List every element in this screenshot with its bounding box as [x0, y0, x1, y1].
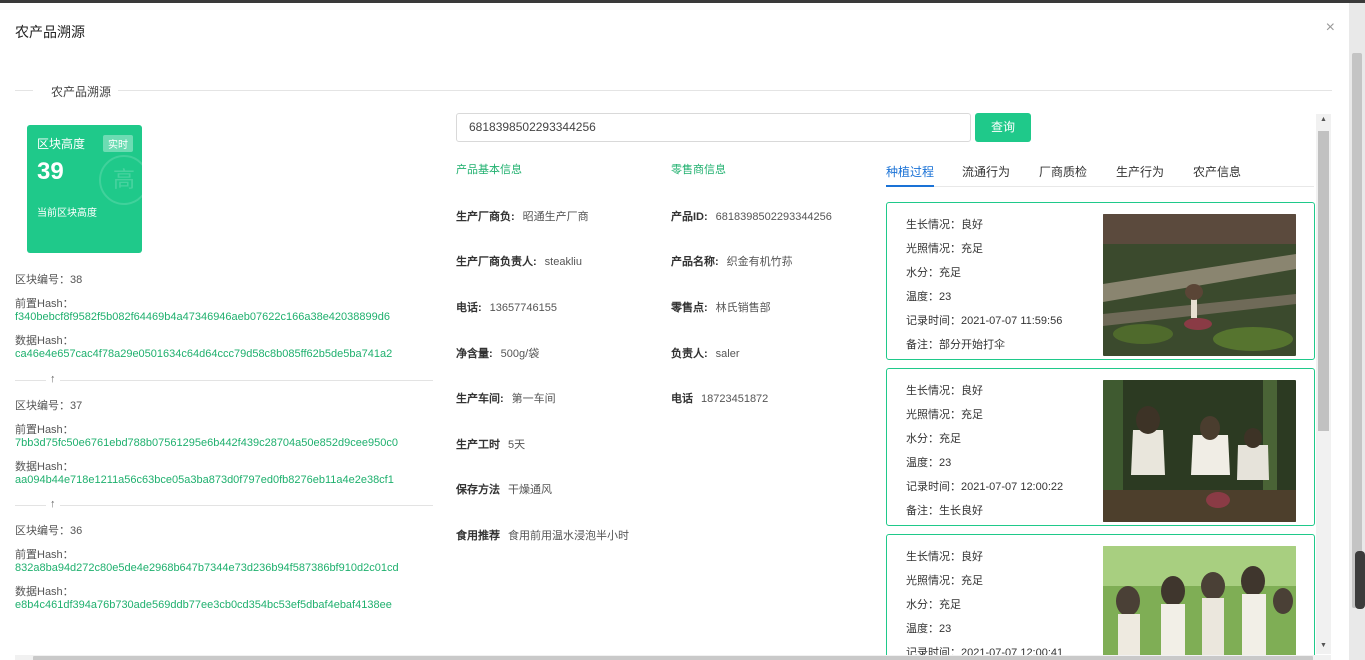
- product-field-phone: 电话: 13657746155: [456, 302, 557, 314]
- retailer-field-manager: 负责人: saler: [671, 348, 740, 360]
- record-water: 水分：充足: [906, 599, 961, 611]
- record-photo: [1103, 380, 1296, 522]
- tab-planting[interactable]: 种植过程: [886, 163, 935, 187]
- record-water: 水分：充足: [906, 267, 961, 279]
- tab-production[interactable]: 生产行为: [1116, 163, 1164, 187]
- block-number: 区块编号：37: [15, 400, 83, 412]
- product-field-storage: 保存方法 干燥通风: [456, 484, 552, 496]
- planting-record-card: 生长情况：良好 光照情况：充足 水分：充足 温度：23 记录时间：2021-07…: [886, 534, 1315, 659]
- product-info-title: 产品基本信息: [456, 164, 522, 176]
- record-growth: 生长情况：良好: [906, 219, 983, 231]
- record-time: 记录时间：2021-07-07 11:59:56: [906, 315, 1063, 327]
- product-field-manager: 生产厂商负责人: steakliu: [456, 256, 582, 268]
- trace-code-input[interactable]: 6818398502293344256: [456, 113, 971, 142]
- retailer-field-phone: 电话 18723451872: [671, 393, 769, 405]
- data-hash-label: 数据Hash：: [15, 461, 74, 473]
- chain-link: ↑: [15, 373, 433, 385]
- section-divider-left: [15, 90, 33, 91]
- watermark-icon: 高: [99, 155, 142, 205]
- data-hash-label: 数据Hash：: [15, 586, 74, 598]
- record-growth: 生长情况：良好: [906, 385, 983, 397]
- retailer-field-store: 零售点: 林氏销售部: [671, 302, 771, 314]
- product-field-manufacturer: 生产厂商负: 昭通生产厂商: [456, 211, 589, 223]
- prev-hash-value: 832a8ba94d272c80e5de4e2968b647b7344e73d2…: [15, 562, 399, 574]
- section-divider-right: [118, 90, 1332, 91]
- chain-link: ↑: [15, 498, 433, 510]
- page-scrollbar-thumb[interactable]: [1352, 53, 1362, 608]
- record-photo: [1103, 214, 1296, 356]
- record-light: 光照情况：充足: [906, 575, 983, 587]
- record-light: 光照情况：充足: [906, 243, 983, 255]
- close-icon[interactable]: ×: [1326, 19, 1335, 37]
- horizontal-scrollbar-thumb[interactable]: [33, 656, 1313, 660]
- modal-title: 农产品溯源: [15, 24, 85, 40]
- data-hash-label: 数据Hash：: [15, 335, 74, 347]
- page-scrollbar[interactable]: [1349, 3, 1365, 660]
- product-field-net-weight: 净含量: 500g/袋: [456, 348, 540, 360]
- product-field-hours: 生产工时 5天: [456, 439, 526, 451]
- block-number: 区块编号：38: [15, 274, 83, 286]
- planting-record-card: 生长情况：良好 光照情况：充足 水分：充足 温度：23 记录时间：2021-07…: [886, 368, 1315, 526]
- record-time: 记录时间：2021-07-07 12:00:22: [906, 481, 1064, 493]
- records-scrollbar[interactable]: ▲ ▼: [1316, 114, 1331, 654]
- query-button[interactable]: 查询: [975, 113, 1031, 142]
- horizontal-scrollbar[interactable]: [15, 655, 1331, 660]
- prev-hash-value: 7bb3d75fc50e6761ebd788b07561295e6b442f43…: [15, 437, 398, 449]
- record-light: 光照情况：充足: [906, 409, 983, 421]
- record-growth: 生长情况：良好: [906, 551, 983, 563]
- prev-hash-label: 前置Hash：: [15, 298, 74, 310]
- scrollbar-thumb[interactable]: [1318, 131, 1329, 431]
- prev-hash-value: f340bebcf8f9582f5b082f64469b4a47346946ae…: [15, 311, 390, 323]
- prev-hash-label: 前置Hash：: [15, 549, 74, 561]
- block-height-card: 高 区块高度 实时 39 当前区块高度: [27, 125, 142, 253]
- product-field-recommend: 食用推荐 食用前用温水浸泡半小时: [456, 530, 629, 542]
- retailer-field-product-id: 产品ID: 6818398502293344256: [671, 211, 832, 223]
- product-field-workshop: 生产车间: 第一车间: [456, 393, 556, 405]
- data-hash-value: e8b4c461df394a76b730ade569ddb77ee3cb0cd3…: [15, 599, 392, 611]
- data-hash-value: aa094b44e718e1211a56c63bce05a3ba873d0f79…: [15, 474, 394, 486]
- arrow-up-icon: ↑: [46, 373, 60, 385]
- record-water: 水分：充足: [906, 433, 961, 445]
- planting-record-card: 生长情况：良好 光照情况：充足 水分：充足 温度：23 记录时间：2021-07…: [886, 202, 1315, 360]
- scroll-down-icon[interactable]: ▼: [1316, 642, 1331, 649]
- block-number: 区块编号：36: [15, 525, 83, 537]
- record-temp: 温度：23: [906, 623, 952, 635]
- retailer-info-title: 零售商信息: [671, 164, 726, 176]
- record-temp: 温度：23: [906, 457, 952, 469]
- tab-circulation[interactable]: 流通行为: [962, 163, 1010, 187]
- block-height-value: 39: [37, 158, 64, 185]
- block-height-sub: 当前区块高度: [37, 208, 97, 219]
- block-height-label: 区块高度: [37, 137, 86, 151]
- section-label: 农产品溯源: [47, 83, 116, 100]
- record-temp: 温度：23: [906, 291, 952, 303]
- retailer-field-product-name: 产品名称: 织金有机竹荪: [671, 256, 793, 268]
- tab-quality-check[interactable]: 厂商质检: [1039, 163, 1087, 187]
- prev-hash-label: 前置Hash：: [15, 424, 74, 436]
- record-tabs: 种植过程 流通行为 厂商质检 生产行为 农产信息: [886, 163, 1314, 187]
- chain-block: 区块编号：36 前置Hash： 832a8ba94d272c80e5de4e29…: [15, 525, 435, 612]
- arrow-up-icon: ↑: [46, 498, 60, 510]
- realtime-badge: 实时: [103, 135, 133, 152]
- chain-block: 区块编号：38 前置Hash： f340bebcf8f9582f5b082f64…: [15, 274, 435, 361]
- tab-product-info[interactable]: 农产信息: [1193, 163, 1241, 187]
- data-hash-value: ca46e4e657cac4f78a29e0501634c64d64ccc79d…: [15, 348, 393, 360]
- record-note: 备注：部分开始打伞: [906, 339, 1005, 351]
- trace-modal: 农产品溯源 × 农产品溯源 高 区块高度 实时 39 当前区块高度 区块编号：3…: [0, 3, 1349, 660]
- chain-block: 区块编号：37 前置Hash： 7bb3d75fc50e6761ebd788b0…: [15, 400, 435, 487]
- side-widget: [1355, 551, 1365, 609]
- scroll-up-icon[interactable]: ▲: [1316, 116, 1331, 123]
- record-photo: [1103, 546, 1296, 658]
- record-note: 备注：生长良好: [906, 505, 983, 517]
